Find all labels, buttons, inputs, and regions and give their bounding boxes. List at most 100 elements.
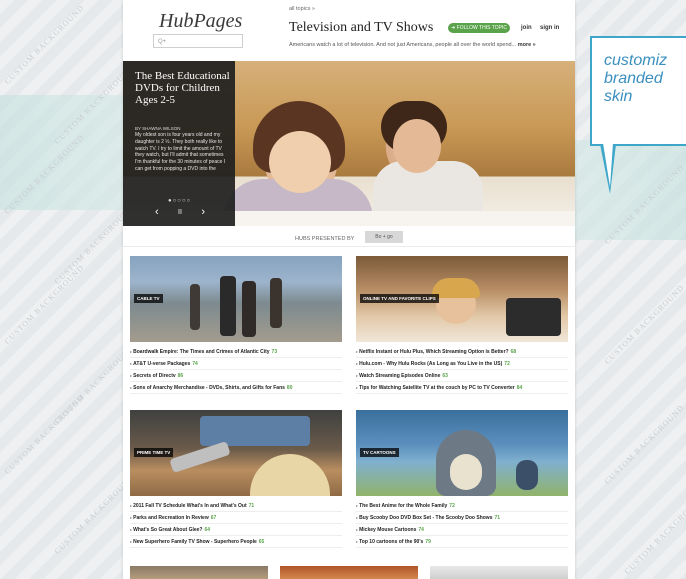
hub-score: 68: [510, 349, 517, 355]
hub-link-text[interactable]: Boardwalk Empire: The Times and Crimes o…: [133, 349, 269, 355]
hub-score: 65: [258, 539, 265, 545]
hub-link[interactable]: AT&T U-verse Packages74: [130, 358, 342, 370]
hero-title[interactable]: The Best Educational DVDs for Children A…: [135, 70, 230, 106]
category-tag: CABLE TV: [134, 294, 163, 303]
hub-score: 72: [504, 361, 510, 367]
hub-link-text[interactable]: Tips for Watching Satellite TV at the co…: [359, 385, 515, 391]
category-tag: TV CARTOONS: [360, 448, 399, 457]
hub-link-text[interactable]: The Best Anime for the Whole Family: [359, 503, 447, 509]
callout-tail-inner: [603, 143, 613, 187]
figure-silhouette: [220, 276, 236, 336]
follow-topic-button[interactable]: ➜ FOLLOW THIS TOPIC: [448, 23, 510, 33]
hub-score: 74: [418, 527, 424, 533]
hub-score: 64: [204, 527, 211, 533]
hub-score: 72: [449, 503, 455, 509]
hub-score: 73: [271, 349, 278, 355]
online-tv-image[interactable]: ONLINE TV AND FAVORITE CLIPS: [356, 256, 568, 342]
hub-list: Boardwalk Empire: The Times and Crimes o…: [130, 346, 342, 394]
carousel-dots[interactable]: ●○○○○: [168, 198, 191, 204]
hub-link-text[interactable]: Netflix Instant or Hulu Plus, Which Stre…: [359, 349, 508, 355]
category-card-online-tv: ONLINE TV AND FAVORITE CLIPS Netflix Ins…: [356, 256, 568, 394]
hub-link[interactable]: Netflix Instant or Hulu Plus, Which Stre…: [356, 346, 568, 358]
figure-silhouette: [190, 284, 200, 330]
hub-link[interactable]: Top 10 cartoons of the 90's79: [356, 536, 568, 548]
prev-arrow-icon[interactable]: ‹: [155, 206, 159, 219]
hub-link-text[interactable]: Secrets of Directv: [133, 373, 176, 379]
hub-link-text[interactable]: Parks and Recreation In Review: [133, 515, 209, 521]
hub-link-text[interactable]: AT&T U-verse Packages: [133, 361, 190, 367]
hub-link[interactable]: New Superhero Family TV Show - Superhero…: [130, 536, 342, 548]
hub-link[interactable]: Parks and Recreation In Review67: [130, 512, 342, 524]
more-link[interactable]: more »: [518, 42, 536, 48]
topic-description: Americans watch a lot of television. And…: [289, 42, 569, 48]
category-tag: ONLINE TV AND FAVORITE CLIPS: [360, 294, 439, 303]
hubpages-logo[interactable]: HubPages: [159, 10, 242, 33]
search-input[interactable]: Q+: [153, 34, 243, 48]
category-card-tv-cartoons: TV CARTOONS The Best Anime for the Whole…: [356, 410, 568, 548]
child-hair: [432, 278, 480, 298]
category-tag: PRIME TIME TV: [134, 448, 174, 457]
figure-silhouette: [242, 281, 256, 337]
hub-link-text[interactable]: What's So Great About Glee?: [133, 527, 202, 533]
presented-label: HUBS PRESENTED BY: [295, 236, 355, 242]
hero-caption-panel: The Best Educational DVDs for Children A…: [123, 61, 235, 226]
hub-link[interactable]: The Best Anime for the Whole Family72: [356, 500, 568, 512]
hub-link[interactable]: 2011 Fall TV Schedule What's In and What…: [130, 500, 342, 512]
callout-line: branded: [604, 70, 663, 87]
hub-list: 2011 Fall TV Schedule What's In and What…: [130, 500, 342, 548]
category-card-cable-tv: CABLE TV Boardwalk Empire: The Times and…: [130, 256, 342, 394]
breadcrumb-all-topics[interactable]: all topics »: [289, 6, 315, 12]
hub-score: 80: [286, 385, 293, 391]
hub-link-text[interactable]: New Superhero Family TV Show - Superhero…: [133, 539, 257, 545]
hero-photo-girl-face: [269, 131, 331, 193]
hub-link[interactable]: Secrets of Directv86: [130, 370, 342, 382]
hub-score: 63: [442, 373, 448, 379]
hub-link[interactable]: Sons of Anarchy Merchandise - DVDs, Shir…: [130, 382, 342, 394]
sponsor-logo[interactable]: Bo + go: [365, 231, 403, 243]
hero-excerpt: My oldest son is four years old and my d…: [135, 132, 226, 172]
prime-time-tv-image[interactable]: PRIME TIME TV: [130, 410, 342, 496]
tv-screen: [200, 416, 310, 446]
site-header: HubPages Q+ all topics » Television and …: [123, 0, 575, 60]
hub-link-text[interactable]: 2011 Fall TV Schedule What's In and What…: [133, 503, 247, 509]
topic-description-text: Americans watch a lot of television. And…: [289, 42, 517, 48]
featured-hub-carousel[interactable]: The Best Educational DVDs for Children A…: [123, 61, 575, 226]
hub-link[interactable]: Boardwalk Empire: The Times and Crimes o…: [130, 346, 342, 358]
callout-line: skin: [604, 88, 633, 105]
tv-cartoons-image[interactable]: TV CARTOONS: [356, 410, 568, 496]
more-hub-thumbnail[interactable]: [130, 566, 268, 579]
hubs-presented-by: HUBS PRESENTED BY Bo + go: [123, 230, 575, 247]
hub-link[interactable]: Tips for Watching Satellite TV at the co…: [356, 382, 568, 394]
join-link[interactable]: join: [521, 25, 532, 31]
hub-link[interactable]: Buy Scooby Doo DVD Box Set - The Scooby …: [356, 512, 568, 524]
hub-link[interactable]: Mickey Mouse Cartoons74: [356, 524, 568, 536]
hub-score: 84: [516, 385, 523, 391]
hub-link-text[interactable]: Sons of Anarchy Merchandise - DVDs, Shir…: [133, 385, 285, 391]
hub-link-text[interactable]: Hulu.com - Why Hulu Rocks (As Long as Yo…: [359, 361, 502, 367]
hub-link[interactable]: Watch Streaming Episodes Online63: [356, 370, 568, 382]
more-hub-thumbnail[interactable]: [430, 566, 568, 579]
hub-score: 74: [192, 361, 198, 367]
hubpages-topic-page: HubPages Q+ all topics » Television and …: [123, 0, 575, 579]
figure-silhouette: [270, 278, 282, 328]
hub-score: 71: [248, 503, 255, 509]
hub-score: 86: [177, 373, 184, 379]
hub-link[interactable]: Hulu.com - Why Hulu Rocks (As Long as Yo…: [356, 358, 568, 370]
sign-in-link[interactable]: sign in: [540, 25, 559, 31]
hub-link-text[interactable]: Watch Streaming Episodes Online: [359, 373, 440, 379]
hub-link-text[interactable]: Mickey Mouse Cartoons: [359, 527, 416, 533]
cartoon-belly: [450, 454, 482, 490]
hub-list: The Best Anime for the Whole Family72 Bu…: [356, 500, 568, 548]
pause-icon[interactable]: II: [178, 206, 182, 219]
hub-link-text[interactable]: Buy Scooby Doo DVD Box Set - The Scooby …: [359, 515, 492, 521]
remote-control: [169, 441, 231, 473]
hub-link[interactable]: What's So Great About Glee?64: [130, 524, 342, 536]
hub-list: Netflix Instant or Hulu Plus, Which Stre…: [356, 346, 568, 394]
laptop: [506, 298, 561, 336]
next-arrow-icon[interactable]: ›: [201, 206, 205, 219]
hub-link-text[interactable]: Top 10 cartoons of the 90's: [359, 539, 423, 545]
more-hub-thumbnail[interactable]: [280, 566, 418, 579]
callout-line: customiz: [604, 52, 668, 69]
hub-score: 67: [210, 515, 217, 521]
cable-tv-image[interactable]: CABLE TV: [130, 256, 342, 342]
